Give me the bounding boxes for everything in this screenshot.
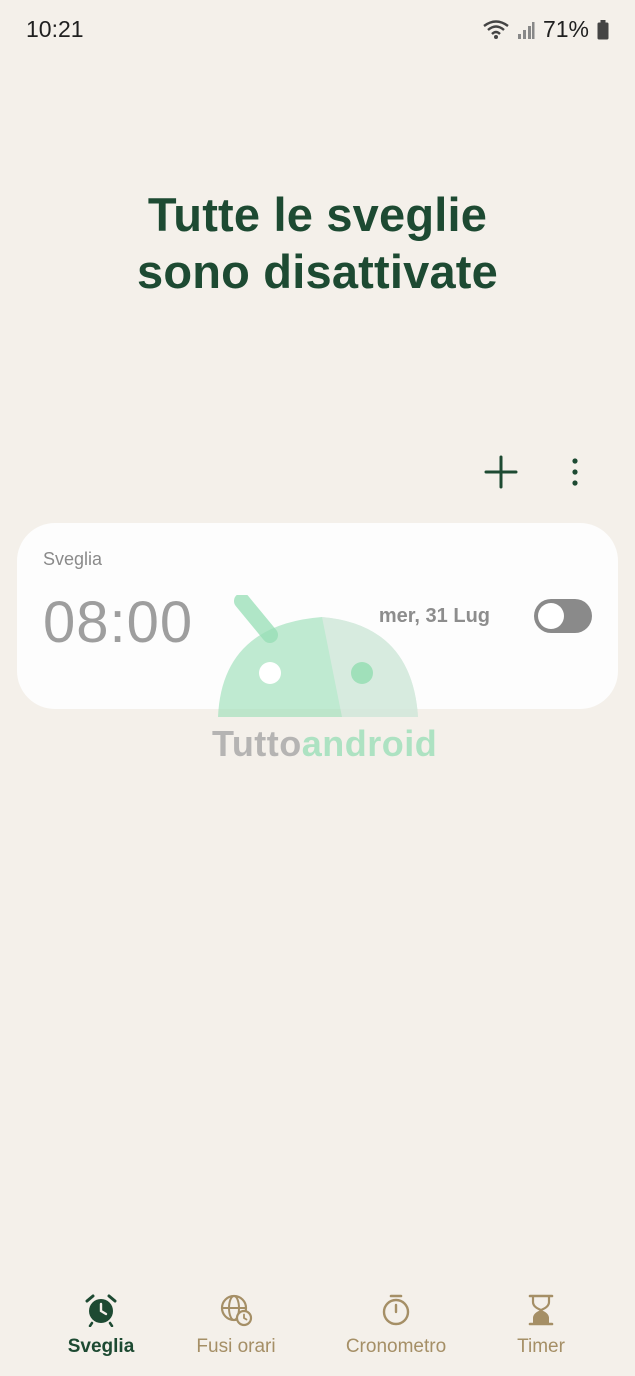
more-vert-icon bbox=[572, 458, 578, 486]
battery-percent: 71% bbox=[542, 16, 589, 42]
toggle-knob bbox=[538, 603, 564, 629]
page-title-line2: sono disattivate bbox=[136, 245, 498, 298]
hourglass-icon bbox=[528, 1294, 554, 1326]
nav-tab-timer[interactable]: Timer bbox=[466, 1290, 616, 1358]
wifi-icon bbox=[483, 19, 509, 40]
nav-label-fusi-orari: Fusi orari bbox=[196, 1336, 276, 1357]
alarm-date: mer, 31 Lug bbox=[378, 605, 490, 627]
signal-icon bbox=[517, 20, 535, 40]
nav-tab-cronometro[interactable]: Cronometro bbox=[321, 1290, 471, 1358]
watermark-text: Tuttoandroid bbox=[212, 723, 437, 765]
alarm-time: 08:00 bbox=[43, 590, 194, 655]
status-icons: 71% bbox=[483, 16, 609, 43]
alarm-clock-icon bbox=[85, 1294, 117, 1327]
alarm-name: Sveglia bbox=[43, 549, 103, 569]
watermark-text-part2: android bbox=[301, 723, 438, 764]
status-bar: 10:21 71% bbox=[0, 0, 635, 60]
page-title-line1: Tutte le sveglie bbox=[147, 188, 488, 241]
clock-app-screen: 10:21 71% Tutte le sveglie sono disattiv… bbox=[0, 0, 635, 1376]
status-time: 10:21 bbox=[26, 16, 84, 42]
globe-clock-icon bbox=[220, 1294, 253, 1327]
nav-tab-fusi-orari[interactable]: Fusi orari bbox=[161, 1290, 311, 1358]
more-options-button[interactable] bbox=[555, 452, 595, 492]
page-title: Tutte le sveglie sono disattivate bbox=[0, 186, 635, 300]
nav-label-sveglia: Sveglia bbox=[67, 1336, 135, 1357]
watermark-text-part1: Tutto bbox=[212, 723, 302, 764]
nav-label-timer: Timer bbox=[517, 1336, 565, 1357]
plus-icon bbox=[484, 455, 518, 489]
alarm-card[interactable]: Sveglia 08:00 mer, 31 Lug bbox=[17, 523, 618, 709]
nav-label-cronometro: Cronometro bbox=[345, 1336, 447, 1357]
alarm-toggle-switch[interactable] bbox=[534, 599, 592, 633]
add-alarm-button[interactable] bbox=[481, 452, 521, 492]
stopwatch-icon bbox=[382, 1294, 410, 1326]
battery-icon bbox=[597, 19, 609, 40]
toolbar-actions bbox=[481, 452, 595, 492]
bottom-navigation: Sveglia Fusi orari Cronometro Timer bbox=[0, 1290, 635, 1370]
nav-tab-sveglia[interactable]: Sveglia bbox=[26, 1290, 176, 1358]
